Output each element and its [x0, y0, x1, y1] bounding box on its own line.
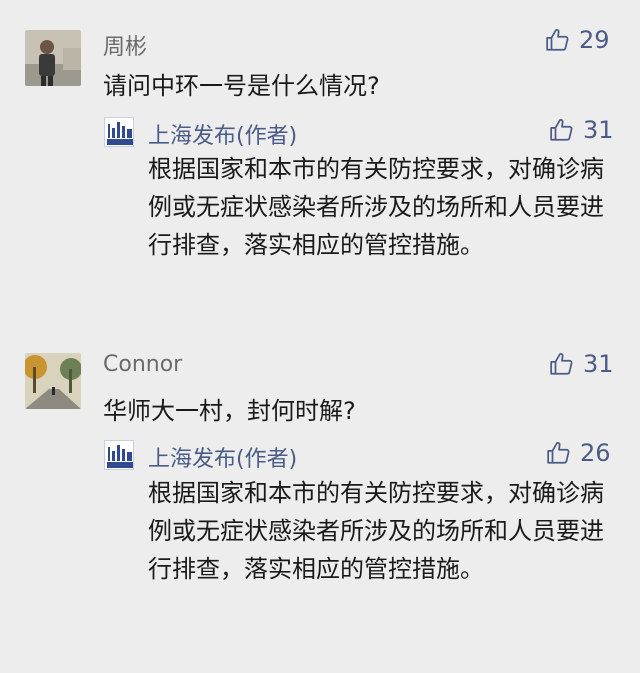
- comment-username[interactable]: 周彬: [103, 29, 147, 61]
- comment-username[interactable]: Connor: [103, 352, 182, 377]
- like-button[interactable]: 29: [545, 26, 610, 54]
- reply-text: 根据国家和本市的有关防控要求，对确诊病例或无症状感染者所涉及的场所和人员要进行排…: [148, 479, 604, 583]
- like-count: 29: [579, 26, 610, 54]
- user-avatar[interactable]: [25, 353, 81, 409]
- thumbs-up-icon: [550, 353, 573, 375]
- reply-like-button[interactable]: 31: [549, 116, 614, 144]
- like-count: 26: [580, 439, 611, 467]
- comment-text: 华师大一村，封何时解?: [103, 397, 356, 425]
- person-photo-icon: [25, 30, 81, 86]
- like-count: 31: [583, 116, 614, 144]
- reply-author-name[interactable]: 上海发布(作者): [148, 118, 297, 150]
- reply-like-button[interactable]: 26: [546, 439, 611, 467]
- thumbs-up-icon: [546, 29, 569, 51]
- thumbs-up-icon: [547, 442, 570, 464]
- reply-text: 根据国家和本市的有关防控要求，对确诊病例或无症状感染者所涉及的场所和人员要进行排…: [148, 155, 604, 259]
- like-button[interactable]: 31: [549, 350, 614, 378]
- user-avatar[interactable]: [25, 30, 81, 86]
- shanghai-fabu-logo-icon: [105, 441, 133, 469]
- reply-author-name[interactable]: 上海发布(作者): [148, 441, 297, 473]
- author-avatar[interactable]: [104, 440, 134, 470]
- thumbs-up-icon: [550, 119, 573, 141]
- street-photo-icon: [25, 353, 81, 409]
- shanghai-fabu-logo-icon: [105, 118, 133, 146]
- author-avatar[interactable]: [104, 117, 134, 147]
- like-count: 31: [583, 350, 614, 378]
- comment-text: 请问中环一号是什么情况?: [103, 72, 380, 100]
